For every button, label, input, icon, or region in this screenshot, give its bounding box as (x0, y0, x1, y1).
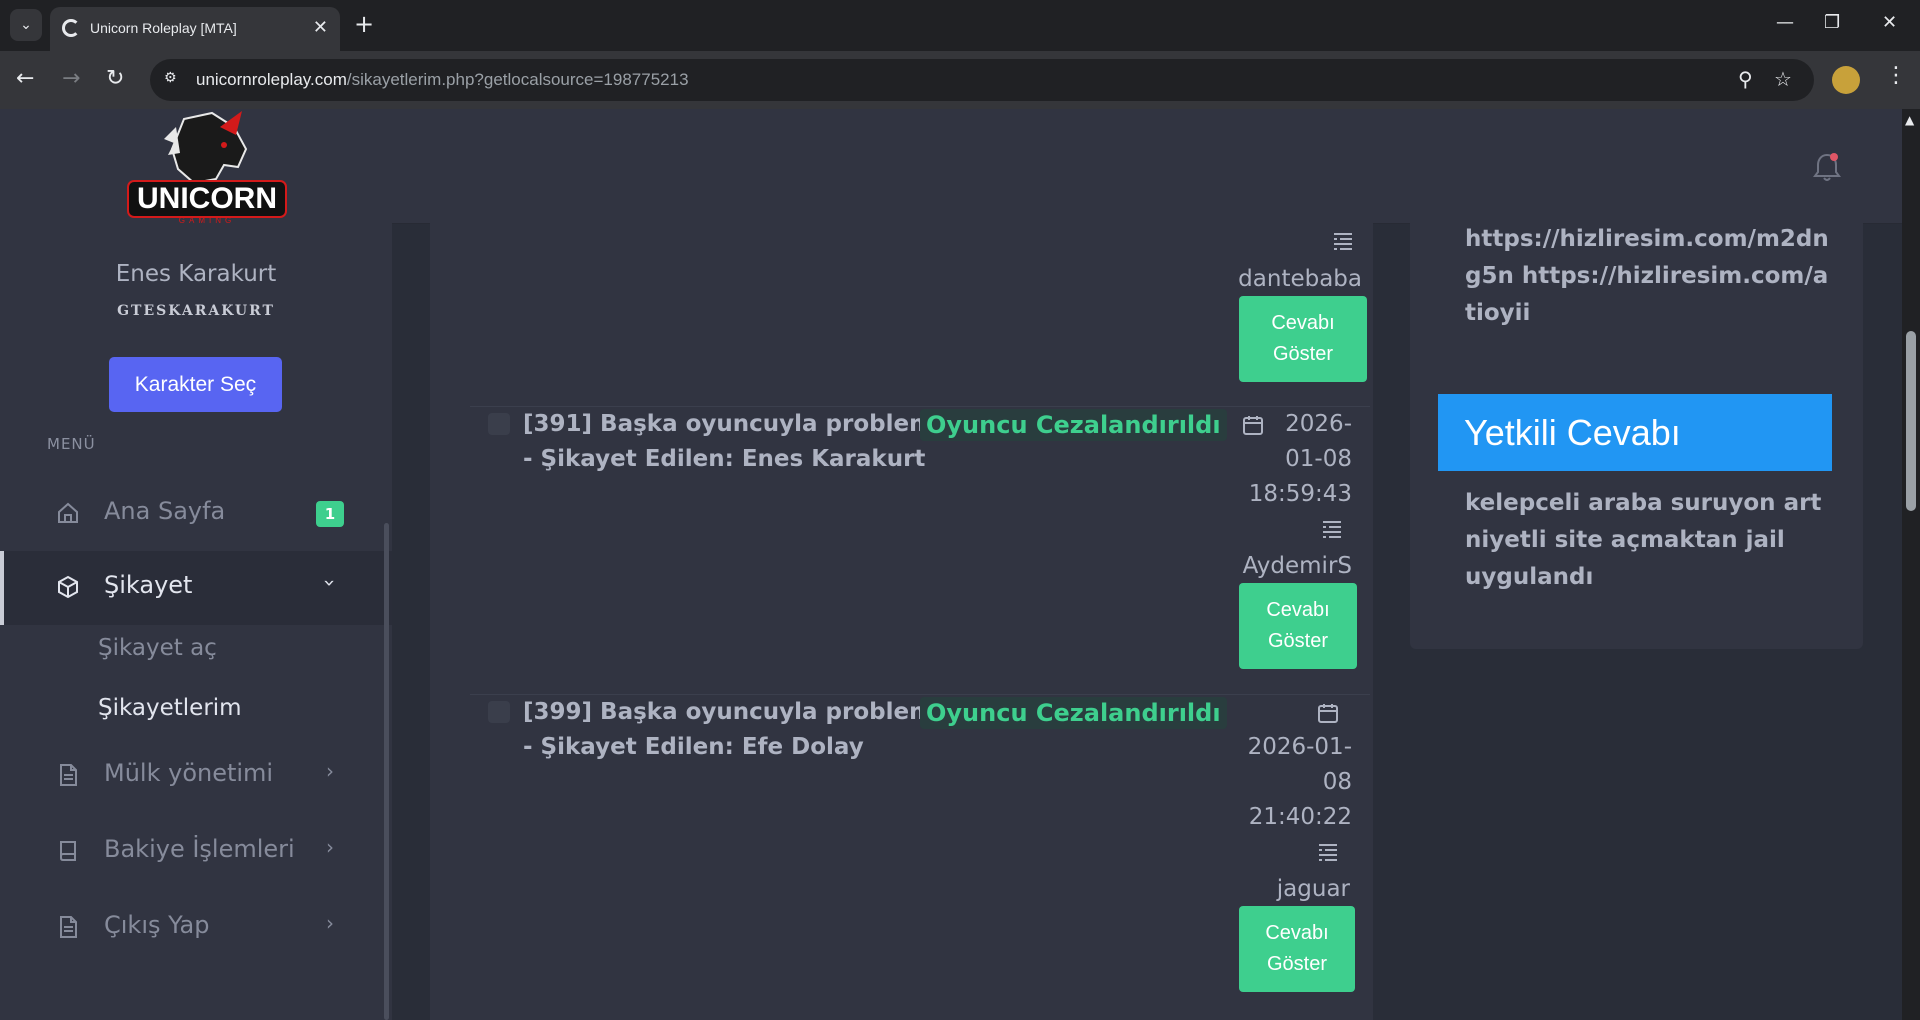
reload-icon[interactable]: ↻ (106, 66, 124, 92)
restore-icon[interactable]: ❐ (1824, 12, 1840, 33)
sidebar-item-label: Çıkış Yap (104, 911, 210, 939)
site-favicon-icon (62, 19, 80, 37)
page-scrollbar[interactable]: ▲ (1902, 109, 1920, 1020)
complaint-title: [391] Başka oyuncuyla problem - Şikayet … (523, 411, 934, 472)
show-answer-button[interactable]: Cevabı Göster (1239, 906, 1355, 992)
zoom-icon[interactable]: ⚲ (1738, 67, 1753, 91)
sidebar: Enes Karakurt GTESKARAKURT Karakter Seç … (0, 223, 392, 1020)
sidebar-item-label: Bakiye İşlemleri (104, 835, 295, 863)
show-answer-button[interactable]: Cevabı Göster (1239, 296, 1367, 382)
list-icon (1319, 844, 1337, 861)
bookmark-star-icon[interactable]: ☆ (1774, 67, 1792, 91)
document-icon (60, 764, 77, 786)
cube-icon (58, 575, 78, 599)
chevron-right-icon: › (326, 759, 334, 783)
notification-bell-icon[interactable] (1812, 151, 1842, 183)
author-name: dantebaba (1238, 266, 1362, 292)
sidebar-item-home[interactable]: Ana Sayfa 1 (0, 477, 392, 551)
complaint-date: 2026-01-08 18:59:43 (1248, 411, 1352, 507)
status-badge: Oyuncu Cezalandırıldı (920, 409, 1227, 441)
minimize-icon[interactable]: — (1776, 12, 1794, 33)
list-icon (1334, 233, 1352, 250)
notification-badge: 1 (316, 501, 344, 527)
sidebar-subitem-my-complaints[interactable]: Şikayetlerim (98, 695, 242, 721)
user-handle: GTESKARAKURT (117, 303, 275, 319)
list-icon (1323, 521, 1341, 538)
sidebar-item-property[interactable]: Mülk yönetimi › (0, 739, 392, 813)
evidence-links: https://hizliresim.com/m2dng5n https://h… (1465, 226, 1829, 326)
sidebar-item-complaint[interactable]: Şikayet › (0, 551, 392, 625)
scrollbar-thumb[interactable] (1906, 331, 1916, 511)
response-heading: Yetkili Cevabı (1438, 394, 1832, 471)
response-text: kelepceli araba suruyon art niyetli site… (1465, 490, 1822, 590)
status-badge: Oyuncu Cezalandırıldı (920, 697, 1227, 729)
sidebar-item-balance[interactable]: Bakiye İşlemleri › (0, 815, 392, 889)
page: UNICORN GAMING Enes Karakurt GTESKARAKUR… (0, 109, 1902, 1020)
sidebar-item-logout[interactable]: Çıkış Yap › (0, 891, 392, 965)
show-answer-button[interactable]: Cevabı Göster (1239, 583, 1357, 669)
scroll-up-icon[interactable]: ▲ (1905, 113, 1914, 127)
forward-icon[interactable]: → (62, 66, 80, 92)
menu-heading: MENÜ (47, 435, 96, 453)
complaint-title: [399] Başka oyuncuyla problem - Şikayet … (523, 699, 934, 760)
user-name: Enes Karakurt (115, 261, 277, 287)
sidebar-scrollbar[interactable] (384, 523, 389, 1020)
complaint-detail-card: https://hizliresim.com/m2dng5n https://h… (1410, 223, 1863, 649)
tab-title: Unicorn Roleplay [MTA] (90, 20, 237, 36)
calendar-icon (1318, 704, 1338, 723)
svg-text:UNICORN: UNICORN (137, 182, 277, 215)
url-path: /sikayetlerim.php?getlocalsource=1987752… (346, 70, 689, 89)
extension-icon[interactable] (1832, 66, 1860, 94)
select-character-button[interactable]: Karakter Seç (109, 357, 282, 412)
author-name: jaguar (1276, 876, 1350, 902)
tab-search-button[interactable]: ⌄ (10, 9, 42, 41)
chevron-right-icon: › (326, 911, 334, 935)
new-tab-icon[interactable]: + (354, 11, 374, 37)
row-checkbox[interactable] (488, 413, 510, 435)
close-tab-icon[interactable]: ✕ (313, 17, 328, 38)
browser-tab-bar: ⌄ Unicorn Roleplay [MTA] ✕ + — ❐ ✕ (0, 0, 1920, 51)
author-name: AydemirS (1242, 553, 1352, 579)
close-window-icon[interactable]: ✕ (1882, 12, 1897, 33)
sidebar-item-label: Mülk yönetimi (104, 759, 274, 787)
sidebar-item-label: Ana Sayfa (104, 497, 226, 525)
address-bar[interactable]: ⚙ unicornroleplay.com/sikayetlerim.php?g… (150, 59, 1814, 101)
row-checkbox[interactable] (488, 701, 510, 723)
complaint-date: 2026-01-08 21:40:22 (1247, 734, 1352, 830)
chevron-down-icon: › (318, 579, 342, 587)
chevron-down-icon: ⌄ (20, 17, 32, 33)
browser-tab[interactable]: Unicorn Roleplay [MTA] ✕ (50, 7, 340, 51)
browser-toolbar: ← → ↻ ⚙ unicornroleplay.com/sikayetlerim… (0, 51, 1920, 109)
url-host: unicornroleplay.com (196, 70, 347, 89)
book-icon (60, 841, 76, 861)
chevron-right-icon: › (326, 835, 334, 859)
sidebar-item-label: Şikayet (104, 571, 193, 599)
sidebar-subitem-open-complaint[interactable]: Şikayet aç (98, 635, 217, 661)
site-info-icon[interactable]: ⚙ (164, 70, 184, 90)
browser-menu-icon[interactable]: ⋮ (1885, 63, 1907, 88)
home-icon (58, 502, 78, 523)
document-icon (60, 916, 77, 938)
back-icon[interactable]: ← (16, 66, 34, 92)
url-text: unicornroleplay.com/sikayetlerim.php?get… (196, 70, 689, 90)
site-header: UNICORN GAMING (0, 109, 1902, 227)
unicorn-gaming-logo[interactable]: UNICORN GAMING (124, 109, 290, 227)
